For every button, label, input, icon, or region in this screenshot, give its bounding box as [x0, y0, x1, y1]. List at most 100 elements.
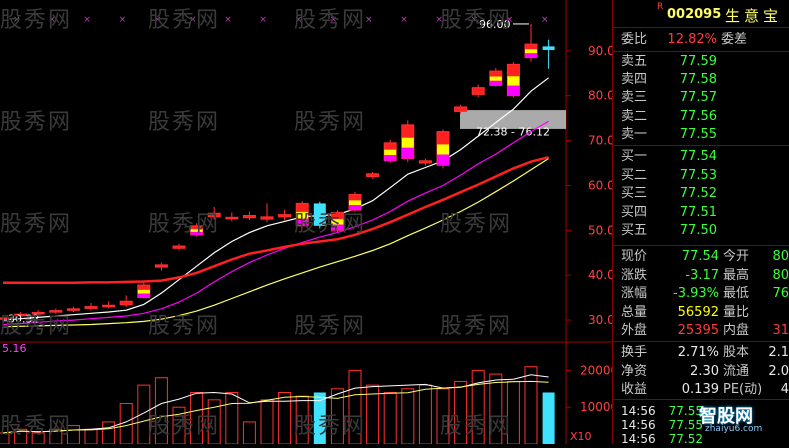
- stat-value: -3.93%: [673, 286, 719, 302]
- volume-bar: [418, 384, 432, 444]
- stat-label: PE(动): [723, 382, 763, 398]
- signal-marker: ×: [471, 15, 479, 25]
- volume-bar: [383, 391, 397, 444]
- buy-level-row[interactable]: 买五 77.50: [613, 222, 789, 240]
- quote-stat-row[interactable]: 净资 2.30 流通 2.0: [613, 363, 789, 381]
- webi-label: 委比: [621, 32, 648, 47]
- signal-marker: ×: [48, 15, 56, 25]
- volume-tick-label: 20000: [580, 363, 612, 377]
- signal-marker: ×: [330, 15, 338, 25]
- volume-bar: [524, 366, 538, 444]
- buy-level-row[interactable]: 买一 77.54: [613, 148, 789, 166]
- sell-level-label: 卖五: [621, 54, 648, 69]
- stat-value: 4: [780, 382, 789, 398]
- sell-level-row[interactable]: 卖四 77.58: [613, 71, 789, 89]
- low-price-label: 30.32: [8, 313, 40, 326]
- candle-body: [66, 308, 80, 311]
- stat-label: 最低: [723, 286, 750, 302]
- moving-average-line: [3, 155, 549, 285]
- stat-label: 净资: [621, 363, 648, 379]
- stat-value: 2.0: [768, 363, 789, 379]
- volume-bar: [154, 377, 168, 444]
- candle-highlight: [349, 205, 361, 211]
- volume-bar: [401, 388, 415, 444]
- candle-highlight: [384, 149, 397, 156]
- candle-highlight: [507, 85, 520, 96]
- sell-level-price: 77.59: [679, 54, 717, 69]
- candle-body: [471, 87, 485, 95]
- stock-code[interactable]: 002095: [667, 7, 721, 22]
- buy-level-row[interactable]: 买二 77.53: [613, 167, 789, 185]
- stat-label: 总量: [621, 304, 648, 320]
- candle-highlight: [489, 76, 502, 81]
- quote-stat-row[interactable]: 现价 77.54 今开 80: [613, 248, 789, 266]
- sell-level-price: 77.56: [679, 108, 717, 124]
- candle-highlight: [296, 211, 309, 219]
- volume-bar: [542, 392, 555, 444]
- quote-stat-row[interactable]: 涨幅 -3.93% 最低 76: [613, 285, 789, 303]
- volume-tick-label: 10000: [580, 400, 612, 414]
- candle-body: [49, 310, 63, 313]
- volume-bar: [348, 369, 362, 444]
- tick-row[interactable]: 14:56 77.52: [613, 430, 789, 448]
- quote-stat-row[interactable]: 换手 2.71% 股本 2.1: [613, 344, 789, 362]
- signal-marker: ×: [259, 15, 267, 25]
- stat-label: 今开: [723, 249, 750, 264]
- quote-stat-row[interactable]: 外盘 25395 内盘 31: [613, 322, 789, 340]
- candle-highlight: [331, 219, 344, 225]
- candle-body: [172, 245, 186, 249]
- kline-chart[interactable]: 30.00 40.00 50.00 60.00 70.00 80.00 90.00 10000…: [0, 0, 612, 444]
- volume-bar: [137, 384, 151, 444]
- candle-highlight: [190, 231, 203, 235]
- sell-level-row[interactable]: 卖二 77.56: [613, 108, 789, 126]
- webi-row: 委比 12.82% 委差: [613, 31, 789, 49]
- quote-stat-row[interactable]: 总量 56592 量比: [613, 304, 789, 322]
- buy-level-label: 买一: [621, 149, 648, 164]
- price-tick-label: 40.00: [588, 268, 612, 282]
- volume-bar: [436, 388, 450, 444]
- stat-label: 涨跌: [621, 267, 648, 283]
- stat-value: 2.30: [690, 363, 719, 379]
- candle-body: [260, 216, 274, 220]
- stat-value: 76: [772, 286, 789, 302]
- stat-value: 2.71%: [677, 345, 719, 360]
- buy-level-label: 买二: [621, 167, 648, 183]
- stat-value: 77.54: [681, 249, 719, 264]
- volume-unit-label: X10: [570, 430, 592, 443]
- moving-average-line: [2, 157, 549, 328]
- buy-level-label: 买三: [621, 186, 648, 202]
- candle-highlight: [437, 154, 449, 166]
- sell-level-price: 77.57: [679, 90, 717, 106]
- volume-bar: [225, 391, 239, 444]
- buy-level-row[interactable]: 买四 77.51: [613, 204, 789, 222]
- sell-level-label: 卖二: [621, 108, 648, 124]
- volume-bar: [506, 380, 520, 444]
- buy-level-row[interactable]: 买三 77.52: [613, 185, 789, 203]
- candle-highlight: [190, 229, 203, 232]
- tick-price: 77.52: [668, 432, 703, 446]
- stat-label: 收益: [621, 382, 648, 398]
- stat-value: 0.139: [681, 382, 719, 398]
- quote-stat-row[interactable]: 涨跌 -3.17 最高 80: [613, 267, 789, 285]
- price-tick-label: 90.00: [588, 44, 612, 58]
- buy-level-price: 77.53: [679, 167, 717, 183]
- quote-stat-row[interactable]: 收益 0.139 PE(动) 4: [613, 381, 789, 399]
- signal-marker: ×: [365, 15, 373, 25]
- stat-label: 外盘: [621, 323, 648, 339]
- sell-level-row[interactable]: 卖五 77.59: [613, 53, 789, 71]
- stat-label: 换手: [621, 345, 648, 360]
- candle-body: [102, 304, 116, 308]
- stat-label: 流通: [723, 363, 750, 379]
- candle-body: [225, 216, 239, 220]
- buy-level-price: 77.51: [679, 204, 717, 220]
- volume-bar: [260, 399, 274, 444]
- tick-time: 14:56: [621, 432, 656, 446]
- stat-value: 80: [772, 267, 789, 283]
- candle-highlight: [507, 76, 520, 86]
- sell-level-row[interactable]: 卖三 77.57: [613, 89, 789, 107]
- signal-marker: ×: [189, 15, 197, 25]
- stat-value: 31: [772, 323, 789, 339]
- sell-level-row[interactable]: 卖一 77.55: [613, 126, 789, 144]
- signal-marker: ×: [13, 15, 21, 25]
- stock-name[interactable]: 生意宝: [725, 5, 782, 26]
